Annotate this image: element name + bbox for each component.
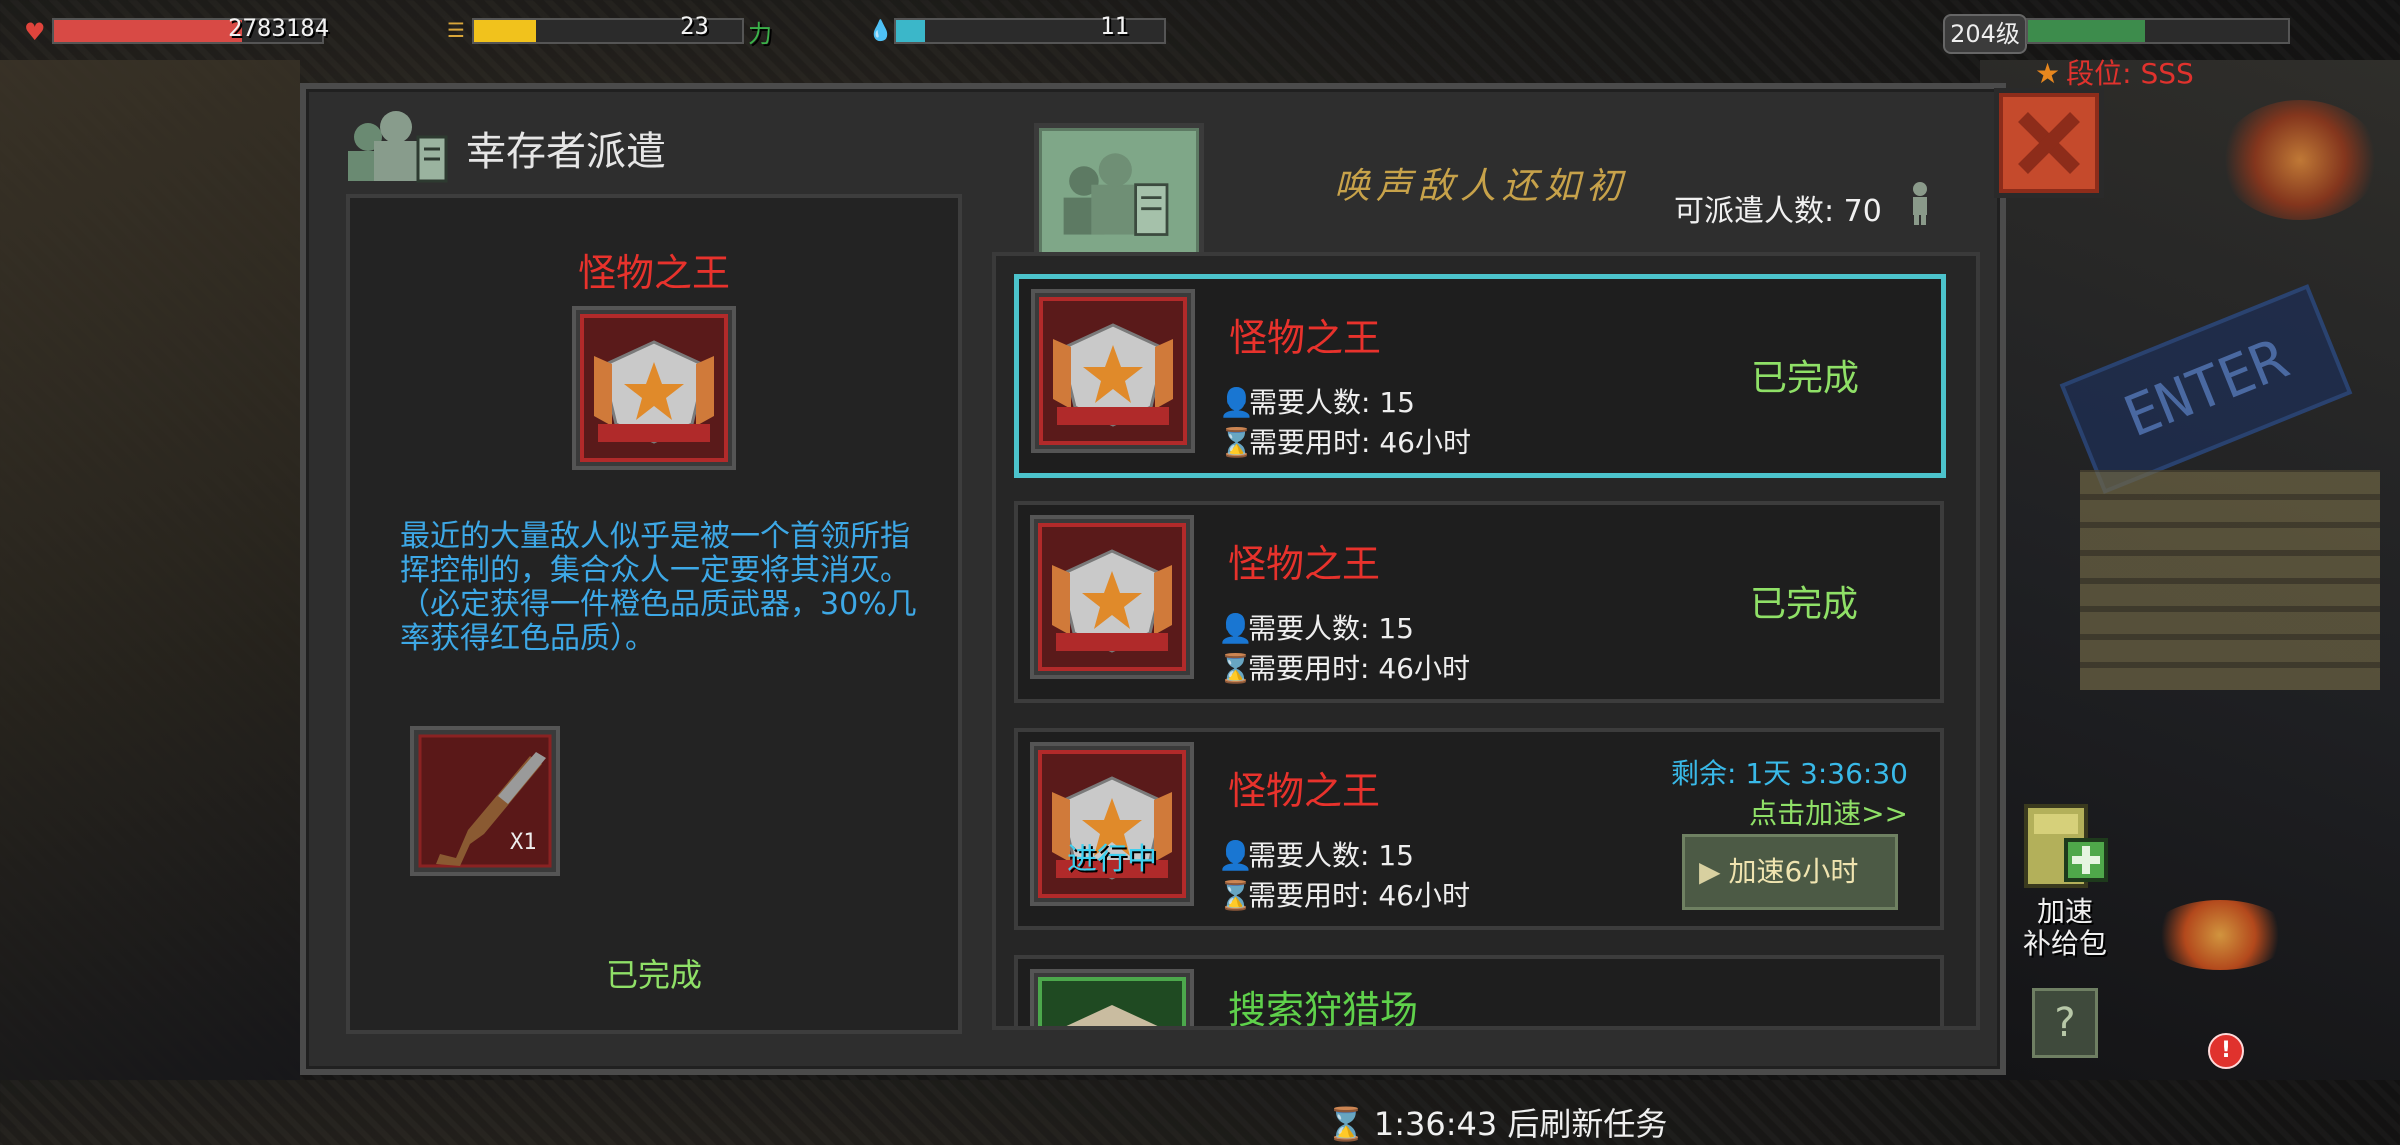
task-people: 👤需要人数: 15 xyxy=(1218,839,1414,872)
background-scene-left xyxy=(0,60,300,1080)
speed-up-link[interactable]: 点击加速>> xyxy=(1668,792,1908,832)
event-banner: 唤声敌人还如初 xyxy=(1334,166,1629,207)
alert-badge: ! xyxy=(2208,1033,2244,1069)
background-enter-sign: ENTER xyxy=(2059,284,2353,494)
food-value: 23 xyxy=(680,12,709,40)
level-badge: 204级 xyxy=(1943,14,2027,54)
survivors-icon xyxy=(348,111,448,183)
task-list[interactable]: 怪物之王 👤需要人数: 15 ⌛需要用时: 46小时 已完成 怪物之王 👤需要人… xyxy=(992,252,1980,1030)
star-icon: ★ xyxy=(2035,57,2061,90)
task-time: ⌛需要用时: 46小时 xyxy=(1218,879,1470,912)
shotgun-icon[interactable] xyxy=(410,726,560,876)
supply-pack-label[interactable]: 加速 补给包 xyxy=(2010,896,2120,960)
survivors-tab-icon xyxy=(1063,153,1169,236)
hourglass-icon: ⌛ xyxy=(1218,879,1253,912)
task-name: 怪物之王 xyxy=(1228,542,1381,586)
reward-count: X1 xyxy=(510,830,537,855)
background-fire xyxy=(2150,900,2290,970)
dispatch-panel: 幸存者派遣 唤声敌人还如初 怪物之王 最近的大量敌人似乎是被一个首领所指挥控制的… xyxy=(300,83,2244,1143)
person-icon: 👤 xyxy=(1218,612,1253,645)
task-card[interactable]: 怪物之王 👤需要人数: 15 ⌛需要用时: 46小时 已完成 xyxy=(1014,274,1946,478)
eagle-star-emblem-icon xyxy=(1030,742,1194,906)
eagle-star-emblem-icon xyxy=(572,306,736,470)
task-status: 已完成 xyxy=(1751,358,1860,399)
detail-description: 最近的大量敌人似乎是被一个首领所指挥控制的，集合众人一定要将其消灭。（必定获得一… xyxy=(400,519,917,656)
burger-icon: ☰ xyxy=(447,18,465,42)
water-drop-icon: 💧 xyxy=(868,18,893,42)
speed-icon: ▶ xyxy=(1699,855,1721,888)
task-detail: 怪物之王 最近的大量敌人似乎是被一个首领所指挥控制的，集合众人一定要将其消灭。（… xyxy=(346,194,962,1034)
background-fire-top xyxy=(2220,100,2380,220)
person-icon xyxy=(1913,182,1927,225)
tab-dispatch[interactable] xyxy=(1034,123,1204,263)
speed-up-button[interactable]: ▶ 加速6小时 xyxy=(1682,834,1898,910)
in-progress-badge: 进行中 xyxy=(1067,842,1157,877)
supply-box-icon[interactable] xyxy=(2020,800,2110,892)
person-icon: 👤 xyxy=(1218,839,1253,872)
task-time: ⌛需要用时: 46小时 xyxy=(1218,652,1470,685)
health-value: 2783184 xyxy=(228,14,330,42)
panel-title: 幸存者派遣 xyxy=(466,129,666,175)
task-name: 搜索狩猎场 xyxy=(1228,988,1419,1030)
detail-status: 已完成 xyxy=(605,956,702,994)
task-status: 已完成 xyxy=(1750,584,1859,625)
refresh-timer: ⌛ 1:36:43 后刷新任务 xyxy=(1326,1105,1668,1143)
eagle-star-emblem-icon xyxy=(1030,515,1194,679)
detail-task-name: 怪物之王 xyxy=(577,251,730,295)
experience-bar xyxy=(2026,18,2290,44)
hunting-emblem-icon xyxy=(1030,969,1194,1026)
hourglass-icon: ⌛ xyxy=(1218,652,1253,685)
background-crates xyxy=(2080,470,2380,690)
task-time: ⌛需要用时: 46小时 xyxy=(1219,426,1471,459)
remaining-time: 剩余: 1天 3:36:30 xyxy=(1671,757,1908,790)
dispatch-count: 可派遣人数: 70 xyxy=(1674,194,1882,229)
task-card[interactable]: 进行中 怪物之王 👤需要人数: 15 ⌛需要用时: 46小时 剩余: 1天 3:… xyxy=(1014,728,1944,930)
close-button[interactable] xyxy=(1994,88,2104,198)
help-button[interactable]: ? xyxy=(2032,988,2098,1058)
water-value: 11 xyxy=(1100,12,1129,40)
heart-icon: ♥ xyxy=(24,18,46,46)
hourglass-icon: ⌛ xyxy=(1219,426,1254,459)
task-people: 👤需要人数: 15 xyxy=(1218,612,1414,645)
task-people: 👤需要人数: 15 xyxy=(1219,386,1415,419)
food-suffix: 力 xyxy=(748,20,772,48)
task-card[interactable]: 搜索狩猎场 xyxy=(1014,955,1944,1030)
task-name: 怪物之王 xyxy=(1228,769,1381,813)
task-name: 怪物之王 xyxy=(1229,316,1382,360)
task-card[interactable]: 怪物之王 👤需要人数: 15 ⌛需要用时: 46小时 已完成 xyxy=(1014,501,1944,703)
eagle-star-emblem-icon xyxy=(1031,289,1195,453)
close-icon xyxy=(2018,112,2080,174)
rank-label: ★ 段位: SSS xyxy=(2035,57,2194,90)
hourglass-icon: ⌛ xyxy=(1326,1105,1366,1143)
person-icon: 👤 xyxy=(1219,386,1254,419)
